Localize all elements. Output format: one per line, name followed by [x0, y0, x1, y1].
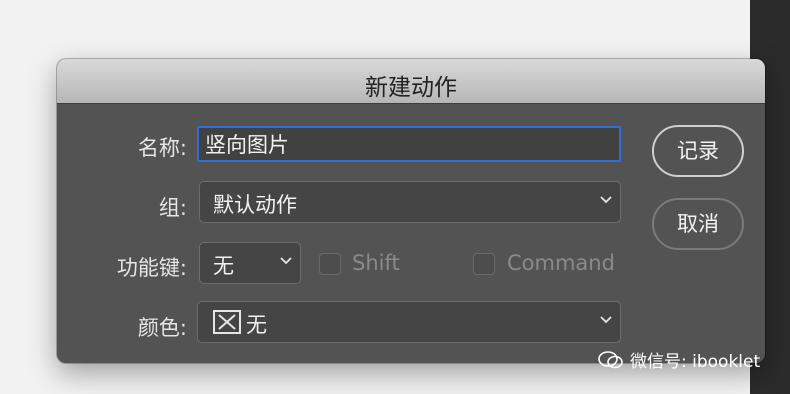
name-label: 名称:	[137, 136, 187, 160]
group-label: 组:	[158, 196, 187, 220]
chevron-down-icon	[280, 257, 292, 265]
no-color-icon	[213, 310, 241, 334]
wechat-icon	[598, 350, 623, 368]
title-bar: 新建动作	[57, 59, 765, 104]
color-label: 颜色:	[137, 316, 187, 340]
watermark: 微信号: ibooklet	[598, 347, 760, 372]
cancel-button[interactable]: 取消	[652, 198, 744, 250]
function-key-label: 功能键:	[116, 256, 187, 280]
color-select[interactable]: 无	[197, 301, 621, 343]
group-select[interactable]: 默认动作	[199, 181, 621, 223]
new-action-dialog: 新建动作 名称: 组: 默认动作 功能键: 无 Shift Command 颜色…	[57, 59, 765, 363]
watermark-text: 微信号: ibooklet	[630, 352, 761, 372]
shift-checkbox[interactable]	[319, 253, 341, 275]
record-button[interactable]: 记录	[652, 125, 744, 177]
function-key-select-value: 无	[213, 254, 234, 278]
chevron-down-icon	[600, 316, 612, 324]
group-select-value: 默认动作	[213, 193, 297, 217]
color-select-value: 无	[246, 313, 267, 337]
shift-label: Shift	[352, 251, 400, 275]
function-key-select[interactable]: 无	[199, 242, 301, 284]
name-input[interactable]	[197, 126, 621, 162]
chevron-down-icon	[600, 196, 612, 204]
command-label: Command	[507, 251, 615, 275]
dialog-title: 新建动作	[365, 75, 457, 101]
command-checkbox[interactable]	[473, 253, 495, 275]
